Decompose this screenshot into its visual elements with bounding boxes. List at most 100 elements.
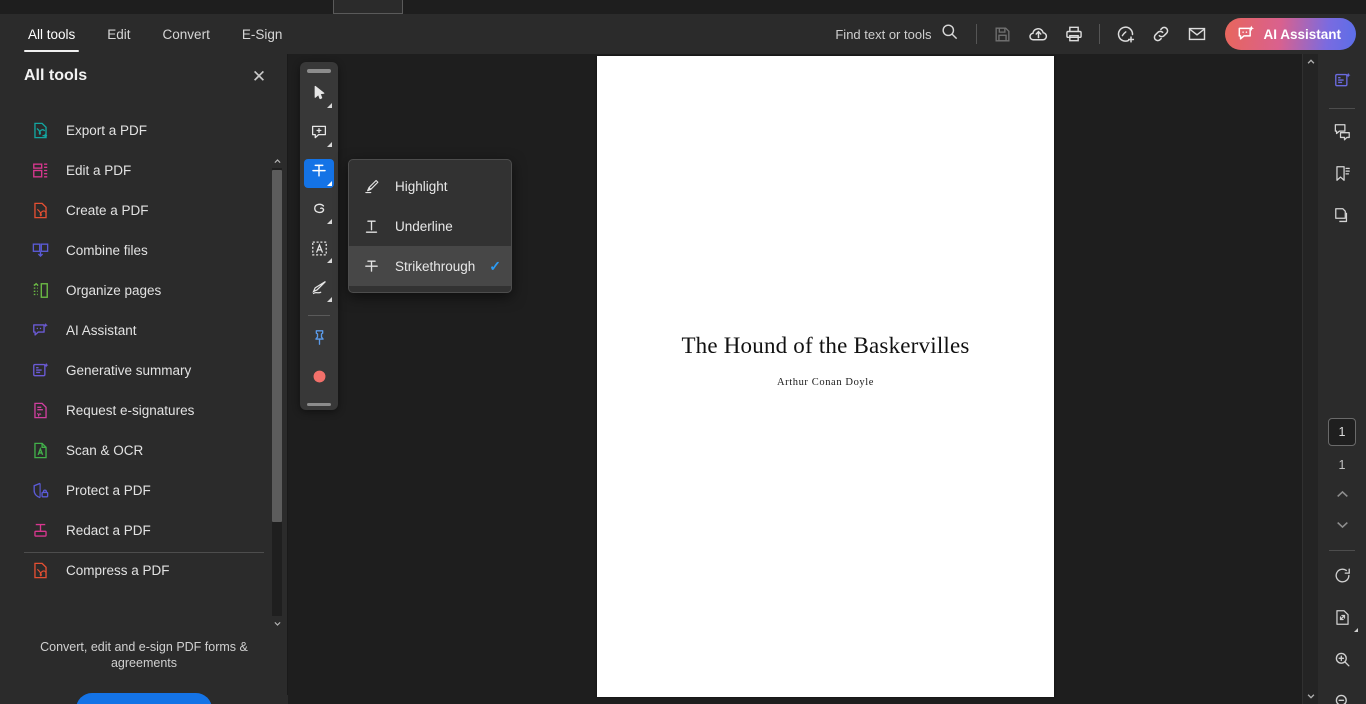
sidebar-item-label: Export a PDF bbox=[66, 122, 148, 138]
menu-tab-group: All tools Edit Convert E-Sign bbox=[0, 14, 296, 54]
markup-toolbar bbox=[300, 62, 338, 410]
page-number-input[interactable]: 1 bbox=[1328, 418, 1356, 446]
document-scrollbar[interactable] bbox=[1302, 54, 1318, 704]
add-comment-icon bbox=[310, 123, 328, 146]
freehand-loop-icon bbox=[310, 200, 329, 224]
sidebar-item-label: Scan & OCR bbox=[66, 442, 144, 458]
right-rail: 1 1 bbox=[1318, 54, 1366, 704]
sidebar-item-scan-ocr[interactable]: Scan & OCR bbox=[0, 430, 288, 470]
save-icon bbox=[993, 25, 1012, 44]
dropdown-item-highlight[interactable]: Highlight bbox=[349, 166, 511, 206]
sidebar-item-ai-assistant[interactable]: AI Assistant bbox=[0, 310, 288, 350]
sidebar-tool-list: Export a PDF Edit a PDF Create a PDF Com… bbox=[0, 98, 288, 586]
rotate-icon bbox=[1333, 566, 1352, 590]
previous-page-button[interactable] bbox=[1318, 482, 1366, 512]
generative-summary-rail-button[interactable] bbox=[1318, 62, 1366, 104]
pin-icon bbox=[310, 328, 329, 352]
dropdown-item-strikethrough[interactable]: Strikethrough ✓ bbox=[349, 246, 511, 286]
sidebar-item-label: Create a PDF bbox=[66, 202, 149, 218]
sidebar-item-redact-a-pdf[interactable]: Redact a PDF bbox=[0, 510, 288, 550]
text-box-icon bbox=[310, 239, 329, 263]
highlighter-icon bbox=[361, 176, 381, 196]
page-thumbnails-icon bbox=[1333, 206, 1352, 230]
draw-tool-button[interactable] bbox=[304, 198, 334, 227]
sidebar-item-combine-files[interactable]: Combine files bbox=[0, 230, 288, 270]
chevron-up-icon[interactable] bbox=[1303, 54, 1319, 70]
chevron-down-icon[interactable] bbox=[1303, 688, 1319, 704]
add-text-tool-button[interactable] bbox=[304, 236, 334, 265]
mail-icon bbox=[1187, 24, 1207, 44]
find-text-or-tools[interactable]: Find text or tools bbox=[835, 22, 959, 46]
sidebar-item-create-a-pdf[interactable]: Create a PDF bbox=[0, 190, 288, 230]
thumbnails-panel-button[interactable] bbox=[1318, 197, 1366, 239]
ai-assistant-button[interactable]: AI Assistant bbox=[1225, 18, 1356, 50]
sidebar-item-protect-a-pdf[interactable]: Protect a PDF bbox=[0, 470, 288, 510]
sign-tool-button[interactable] bbox=[304, 275, 334, 304]
cloud-upload-button[interactable] bbox=[1020, 17, 1056, 51]
sidebar-item-label: Edit a PDF bbox=[66, 162, 132, 178]
free-trial-button[interactable]: Free 7-day trial bbox=[75, 693, 213, 704]
email-button[interactable] bbox=[1179, 17, 1215, 51]
document-tab[interactable] bbox=[333, 0, 403, 14]
zoom-out-button[interactable] bbox=[1318, 683, 1366, 704]
tab-edit[interactable]: Edit bbox=[93, 14, 144, 54]
sidebar-item-compress-a-pdf[interactable]: Compress a PDF bbox=[0, 550, 288, 586]
sidebar-footer: Convert, edit and e-sign PDF forms & agr… bbox=[0, 639, 288, 704]
stamp-tool-button[interactable] bbox=[304, 325, 334, 354]
sidebar-item-request-e-signatures[interactable]: Request e-signatures bbox=[0, 390, 288, 430]
right-rail-divider bbox=[1329, 108, 1355, 109]
select-tool-button[interactable] bbox=[304, 81, 334, 110]
markup-toolbar-divider bbox=[308, 315, 330, 317]
compress-pdf-icon bbox=[30, 560, 50, 580]
sidebar-item-label: AI Assistant bbox=[66, 322, 137, 338]
tab-all-tools-label: All tools bbox=[28, 26, 76, 42]
main-menu-bar: All tools Edit Convert E-Sign Find text … bbox=[0, 14, 1366, 54]
create-pdf-icon bbox=[30, 200, 50, 220]
page-author: Arthur Conan Doyle bbox=[776, 377, 875, 388]
sidebar-scrollbar-thumb[interactable] bbox=[272, 170, 282, 522]
drag-handle-icon[interactable] bbox=[307, 69, 331, 73]
close-icon[interactable]: ✕ bbox=[247, 64, 271, 88]
chevron-down-icon bbox=[327, 102, 332, 108]
chevron-up-icon[interactable] bbox=[270, 154, 284, 168]
comments-panel-button[interactable] bbox=[1318, 113, 1366, 155]
sidebar-item-organize-pages[interactable]: Organize pages bbox=[0, 270, 288, 310]
tab-convert[interactable]: Convert bbox=[149, 14, 224, 54]
document-viewer: The Hound of the Baskervilles Arthur Con… bbox=[288, 54, 1318, 704]
signature-pen-icon bbox=[310, 278, 329, 302]
page-navigation: 1 1 bbox=[1318, 418, 1366, 704]
pdf-page[interactable]: The Hound of the Baskervilles Arthur Con… bbox=[597, 56, 1054, 697]
print-button[interactable] bbox=[1056, 17, 1092, 51]
share-link-button[interactable] bbox=[1143, 17, 1179, 51]
next-page-button[interactable] bbox=[1318, 512, 1366, 542]
tab-esign[interactable]: E-Sign bbox=[228, 14, 297, 54]
save-button[interactable] bbox=[984, 17, 1020, 51]
sidebar-item-label: Organize pages bbox=[66, 282, 162, 298]
scan-ocr-icon bbox=[30, 440, 50, 460]
bookmark-icon bbox=[1333, 164, 1352, 188]
search-icon[interactable] bbox=[940, 22, 959, 46]
sidebar-item-export-a-pdf[interactable]: Export a PDF bbox=[0, 110, 288, 150]
add-stamp-button[interactable] bbox=[1107, 17, 1143, 51]
tab-all-tools[interactable]: All tools bbox=[14, 14, 89, 54]
check-icon: ✓ bbox=[489, 257, 502, 274]
sidebar-item-label: Redact a PDF bbox=[66, 522, 151, 538]
strikethrough-icon bbox=[361, 256, 381, 276]
chevron-down-icon[interactable] bbox=[270, 616, 284, 630]
dropdown-item-underline[interactable]: Underline bbox=[349, 206, 511, 246]
fit-page-button[interactable] bbox=[1318, 599, 1366, 641]
sidebar-item-edit-a-pdf[interactable]: Edit a PDF bbox=[0, 150, 288, 190]
sidebar-item-generative-summary[interactable]: Generative summary bbox=[0, 350, 288, 390]
add-stamp-icon bbox=[1115, 24, 1136, 45]
drag-handle-icon[interactable] bbox=[307, 403, 331, 406]
menu-bar-actions: Find text or tools AI Assistant bbox=[835, 14, 1366, 54]
bookmarks-panel-button[interactable] bbox=[1318, 155, 1366, 197]
record-tool-button[interactable] bbox=[304, 364, 334, 393]
sidebar-scrollbar[interactable] bbox=[270, 154, 284, 630]
protect-pdf-icon bbox=[30, 480, 50, 500]
ai-assistant-label: AI Assistant bbox=[1263, 26, 1341, 42]
text-markup-tool-button[interactable] bbox=[304, 158, 334, 188]
rotate-button[interactable] bbox=[1318, 557, 1366, 599]
zoom-in-button[interactable] bbox=[1318, 641, 1366, 683]
comment-tool-button[interactable] bbox=[304, 120, 334, 149]
